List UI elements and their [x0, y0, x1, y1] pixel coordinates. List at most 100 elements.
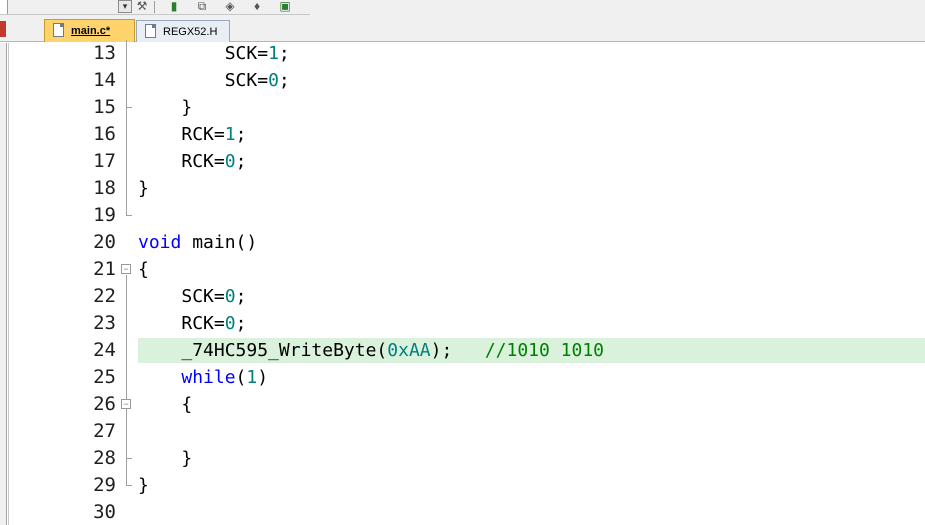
- code-token: main(): [181, 232, 258, 253]
- number-token: 1: [268, 43, 279, 64]
- project-panel-edge: [0, 21, 6, 37]
- code-text: SCK=1;: [138, 40, 290, 67]
- code-token: SCK=: [224, 43, 269, 64]
- code-token: _74HC595_WriteByte(: [181, 340, 388, 361]
- code-line[interactable]: 17 RCK=0;: [0, 148, 925, 175]
- code-token: ;: [278, 43, 290, 64]
- number-token: 0: [224, 151, 236, 172]
- tab-label: main.c*: [71, 25, 111, 37]
- line-number: 20: [93, 231, 116, 253]
- fold-end-marker: [126, 215, 132, 216]
- number-token: 0: [224, 286, 236, 307]
- code-token: {: [138, 259, 149, 280]
- document-icon: [145, 24, 156, 38]
- line-number: 19: [93, 204, 116, 226]
- tab-label: REGX52.H: [163, 26, 218, 38]
- combo-dropdown-arrow[interactable]: ▾: [118, 0, 132, 13]
- code-line[interactable]: 30: [0, 499, 925, 525]
- line-number: 17: [93, 150, 116, 172]
- debug-icon[interactable]: ▣: [277, 0, 293, 13]
- code-text: while(1): [138, 364, 268, 391]
- keyword-token: while: [181, 367, 236, 388]
- code-token: {: [181, 394, 193, 415]
- code-line[interactable]: 21 {: [0, 256, 925, 283]
- code-text: void main(): [138, 229, 257, 256]
- target-combo[interactable]: [0, 0, 8, 15]
- number-token: 0xAA: [387, 340, 431, 361]
- code-text: }: [138, 175, 149, 202]
- code-line[interactable]: 16 RCK=1;: [0, 121, 925, 148]
- code-token: }: [181, 97, 193, 118]
- code-line[interactable]: 14 SCK=0;: [0, 67, 925, 94]
- code-text: RCK=1;: [138, 121, 246, 148]
- fold-guide: [126, 275, 127, 486]
- code-token: }: [138, 178, 149, 199]
- fold-toggle-icon[interactable]: −: [121, 264, 131, 274]
- code-line[interactable]: 15 }: [0, 94, 925, 121]
- line-number: 24: [93, 339, 116, 361]
- target-options-icon[interactable]: ⚒: [134, 0, 150, 13]
- line-number: 27: [93, 420, 116, 442]
- line-number: 29: [93, 474, 116, 496]
- code-editor[interactable]: 13 SCK=1; 14 SCK=0; 15 } 16 RCK=1; 17 RCK=0;…: [0, 40, 925, 525]
- line-number: 14: [93, 69, 116, 91]
- code-text: RCK=0;: [138, 148, 246, 175]
- code-token: }: [138, 475, 149, 496]
- line-number: 13: [93, 42, 116, 64]
- code-line[interactable]: 19: [0, 202, 925, 229]
- code-line[interactable]: 13 SCK=1;: [0, 40, 925, 67]
- number-token: 1: [224, 124, 236, 145]
- number-token: 0: [224, 313, 236, 334]
- line-number: 18: [93, 177, 116, 199]
- code-line[interactable]: 26 {: [0, 391, 925, 418]
- code-line[interactable]: 18}: [0, 175, 925, 202]
- tab-regx52-h[interactable]: REGX52.H: [136, 20, 230, 42]
- code-line[interactable]: 24 _74HC595_WriteByte(0xAA); //1010 1010: [0, 337, 925, 364]
- fold-end-marker: [126, 458, 132, 459]
- number-token: 0: [268, 70, 279, 91]
- code-token: RCK=: [181, 313, 225, 334]
- code-text: }: [138, 445, 192, 472]
- code-token: SCK=: [224, 70, 269, 91]
- code-line[interactable]: 20 void main(): [0, 229, 925, 256]
- line-number: 22: [93, 285, 116, 307]
- line-number: 21: [93, 258, 116, 280]
- fold-end-marker: [126, 107, 132, 108]
- code-token: ;: [235, 286, 247, 307]
- code-line[interactable]: 27: [0, 418, 925, 445]
- code-line[interactable]: 29}: [0, 472, 925, 499]
- fold-toggle-icon[interactable]: −: [121, 399, 131, 409]
- line-number: 26: [93, 393, 116, 415]
- document-icon: [53, 23, 64, 37]
- build-icon[interactable]: ▮: [166, 0, 182, 13]
- tab-main-c[interactable]: main.c*: [44, 19, 135, 42]
- code-line[interactable]: 28 }: [0, 445, 925, 472]
- code-token: ;: [235, 313, 247, 334]
- toolbar-separator: [154, 1, 155, 13]
- line-number: 16: [93, 123, 116, 145]
- code-text: {: [138, 256, 149, 283]
- fold-end-marker: [126, 485, 132, 486]
- code-token: RCK=: [181, 151, 225, 172]
- line-number: 15: [93, 96, 116, 118]
- code-token: SCK=: [181, 286, 225, 307]
- code-line[interactable]: 25 while(1): [0, 364, 925, 391]
- line-number: 25: [93, 366, 116, 388]
- number-token: 1: [246, 367, 258, 388]
- code-token: (: [235, 367, 247, 388]
- code-text: {: [138, 391, 192, 418]
- code-token: ;: [278, 70, 290, 91]
- code-text: _74HC595_WriteByte(0xAA); //1010 1010: [138, 337, 604, 364]
- copy-icon[interactable]: ⧉: [194, 0, 210, 13]
- code-token: }: [181, 448, 193, 469]
- line-number: 28: [93, 447, 116, 469]
- tab-bar: main.c* REGX52.H: [0, 15, 925, 42]
- code-line[interactable]: 22 SCK=0;: [0, 283, 925, 310]
- toolbar: ▾ ⚒ ▮ ⧉ ◈ ♦ ▣: [0, 0, 925, 15]
- insert-icon[interactable]: ◈: [222, 0, 238, 13]
- code-token: ;: [235, 124, 247, 145]
- code-line[interactable]: 23 RCK=0;: [0, 310, 925, 337]
- code-token: RCK=: [181, 124, 225, 145]
- code-text: SCK=0;: [138, 67, 290, 94]
- config-icon[interactable]: ♦: [249, 0, 265, 13]
